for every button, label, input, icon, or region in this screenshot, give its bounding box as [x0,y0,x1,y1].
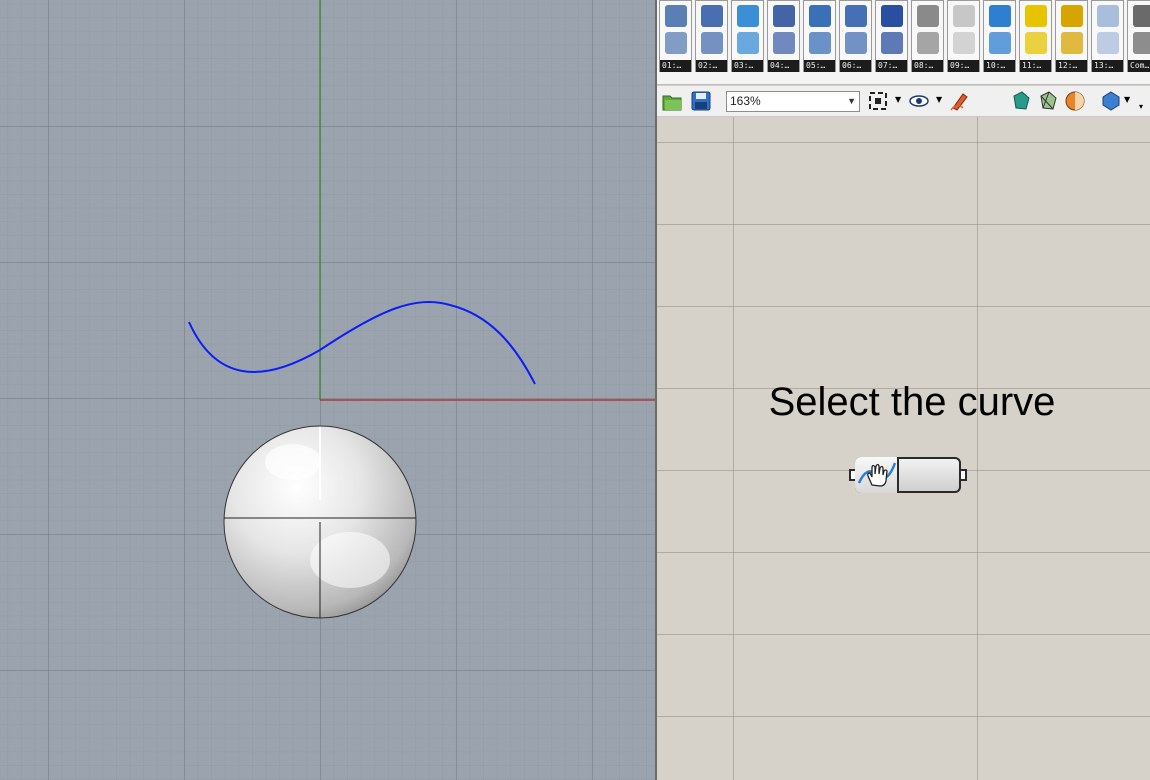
zoom-extents-icon[interactable] [867,90,889,112]
component-tab-1[interactable]: 01:… [659,0,692,72]
color-grid-icon[interactable] [1025,5,1047,27]
mesh-icon[interactable] [773,5,795,27]
tab-label: 06:… [840,60,871,72]
chevron-down-icon[interactable]: ▼ [936,95,942,104]
sphere-object[interactable] [223,425,417,619]
shape-icon[interactable] [1097,5,1119,27]
open-file-icon[interactable] [661,90,683,112]
material-sphere-icon[interactable] [1064,90,1086,112]
component-tab-11[interactable]: 11:… [1019,0,1052,72]
rhino-viewport[interactable] [0,0,655,780]
component-tab-5[interactable]: 05:… [803,0,836,72]
chevron-down-icon[interactable]: ▼ [1124,95,1130,104]
nurbs-curve[interactable] [188,301,536,385]
overflow-arrow-icon[interactable]: ▾ [1139,102,1143,111]
tab-label: 10:… [984,60,1015,72]
tab-label: 04:… [768,60,799,72]
layers-icon[interactable] [1061,5,1083,27]
component-tab-4[interactable]: 04:… [767,0,800,72]
zoom-value: 163% [730,94,761,108]
group-label: Select the curve [768,380,1056,424]
preview-shaded-icon[interactable] [1010,90,1032,112]
surface-icon[interactable] [737,32,759,54]
transform-icon[interactable] [845,5,867,27]
chevron-down-icon: ▼ [847,96,856,106]
tab-label: 05:… [804,60,835,72]
component-tab-2[interactable]: 02:… [695,0,728,72]
intersect-icon[interactable] [809,5,831,27]
tab-label: 12:… [1056,60,1087,72]
preview-wireframe-icon[interactable] [1037,90,1059,112]
zoom-dropdown[interactable]: 163% ▼ [726,91,860,112]
component-tab-7[interactable]: 07:… [875,0,908,72]
component-tab-14[interactable]: Com… [1127,0,1150,72]
surface-icon[interactable] [737,5,759,27]
kangaroo-icon[interactable] [989,32,1011,54]
viewport-scene [188,0,655,619]
params-icon[interactable] [665,32,687,54]
shape-icon[interactable] [1097,32,1119,54]
curve-parameter-component[interactable] [849,457,967,493]
curve-points-icon[interactable] [701,32,723,54]
output-grip[interactable] [959,469,967,481]
grasshopper-canvas[interactable]: Select the curve [657,117,1150,780]
intersect-icon[interactable] [809,32,831,54]
component-tab-12[interactable]: 12:… [1055,0,1088,72]
tab-label: 13:… [1092,60,1123,72]
tab-label: Com… [1128,60,1150,72]
commands-icon[interactable] [1133,5,1150,27]
params-icon[interactable] [665,5,687,27]
tab-label: 01:… [660,60,691,72]
text-icon[interactable] [881,32,903,54]
kangaroo-icon[interactable] [989,5,1011,27]
text-icon[interactable] [881,5,903,27]
component-icon-box [855,457,899,493]
display-icon[interactable] [953,5,975,27]
tab-label: 08:… [912,60,943,72]
hand-icon[interactable] [917,5,939,27]
commands-icon[interactable] [1133,32,1150,54]
hand-curve-icon [857,462,897,487]
display-icon[interactable] [953,32,975,54]
color-grid-icon[interactable] [1025,32,1047,54]
component-tab-10[interactable]: 10:… [983,0,1016,72]
transform-icon[interactable] [845,32,867,54]
component-tab-13[interactable]: 13:… [1091,0,1124,72]
tab-label: 03:… [732,60,763,72]
curve-points-icon[interactable] [701,5,723,27]
display-mode-icon[interactable] [1100,90,1122,112]
grasshopper-window: 01:… 02:… 03:… 04:… 05:… 06:… 07:… 08:… 09:… 10:…… [655,0,1150,780]
chevron-down-icon[interactable]: ▼ [895,95,901,104]
mesh-icon[interactable] [773,32,795,54]
layers-icon[interactable] [1061,32,1083,54]
tab-label: 11:… [1020,60,1051,72]
component-tab-8[interactable]: 08:… [911,0,944,72]
save-file-icon[interactable] [690,90,712,112]
canvas-toolbar: 163% ▼ ▼ ▼ ▼ ▾ [657,86,1150,117]
component-tab-6[interactable]: 06:… [839,0,872,72]
component-tab-strip: 01:… 02:… 03:… 04:… 05:… 06:… 07:… 08:… 09:… 10:…… [657,0,1150,85]
tab-label: 09:… [948,60,979,72]
sketch-pen-icon[interactable] [949,90,971,112]
tab-label: 07:… [876,60,907,72]
component-tab-9[interactable]: 09:… [947,0,980,72]
component-tab-3[interactable]: 03:… [731,0,764,72]
tab-label: 02:… [696,60,727,72]
preview-eye-icon[interactable] [908,90,930,112]
hand-icon[interactable] [917,32,939,54]
